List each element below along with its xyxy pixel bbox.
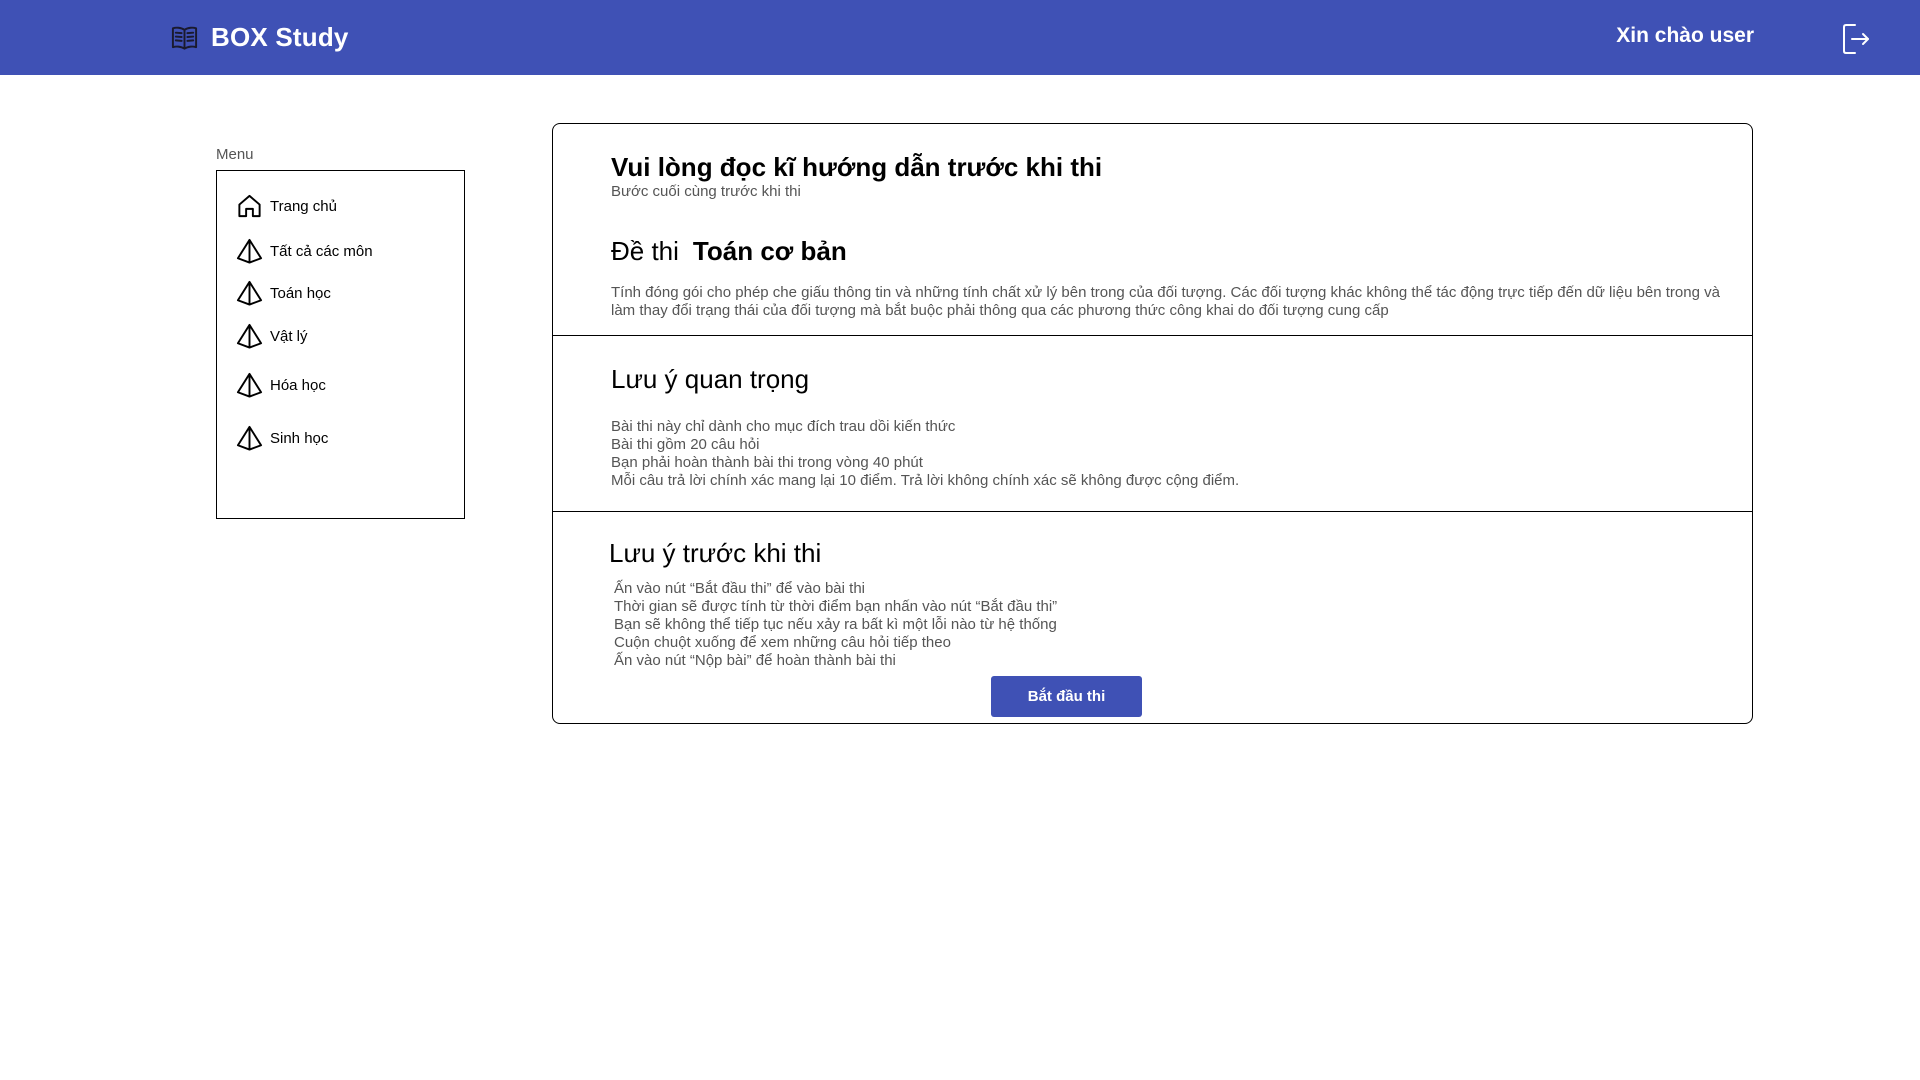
list-item: Thời gian sẽ được tính từ thời điểm bạn …: [614, 598, 1058, 615]
sidebar-item-label: Sinh học: [270, 429, 329, 447]
logout-icon[interactable]: [1841, 22, 1871, 56]
list-item: Bạn phải hoàn thành bài thi trong vòng 4…: [611, 454, 923, 471]
brand-title: BOX Study: [211, 21, 349, 52]
instructions-subtitle: Bước cuối cùng trước khi thi: [611, 183, 801, 200]
sidebar-item-label: Trang chủ: [270, 197, 337, 215]
section-divider: [553, 335, 1752, 336]
pyramid-icon: [236, 280, 263, 306]
start-exam-button[interactable]: Bắt đầu thi: [991, 676, 1142, 717]
pyramid-icon: [236, 425, 263, 451]
list-item: Ấn vào nút “Nộp bài” để hoàn thành bài t…: [614, 652, 896, 669]
top-header: BOX Study Xin chào user: [0, 0, 1920, 75]
home-icon: [238, 194, 261, 218]
menu-label: Menu: [216, 146, 254, 163]
list-item: Bài thi này chỉ dành cho mục đích trau d…: [611, 418, 956, 435]
sidebar-menu: Trang chủ Tất cả các môn Toán học Vật lý…: [216, 170, 465, 519]
sidebar-item-label: Hóa học: [270, 376, 326, 394]
sidebar-item-biology[interactable]: Sinh học: [236, 424, 328, 452]
sidebar-item-math[interactable]: Toán học: [236, 279, 331, 307]
list-item: Ấn vào nút “Bắt đầu thi” để vào bài thi: [614, 580, 865, 597]
exam-heading: Đề thi Toán cơ bản: [611, 236, 847, 267]
before-exam-list: Ấn vào nút “Bắt đầu thi” để vào bài thi …: [614, 580, 1057, 670]
list-item: Cuộn chuột xuống để xem những câu hỏi ti…: [614, 634, 951, 651]
list-item: Bài thi gồm 20 câu hỏi: [611, 436, 760, 453]
before-exam-title: Lưu ý trước khi thi: [609, 538, 822, 568]
list-item: Bạn sẽ không thể tiếp tục nếu xảy ra bất…: [614, 616, 1057, 633]
sidebar-item-label: Tất cả các môn: [270, 242, 373, 260]
instructions-title: Vui lòng đọc kĩ hướng dẫn trước khi thi: [611, 152, 1103, 182]
brand[interactable]: BOX Study: [170, 20, 349, 54]
list-item: Mỗi câu trả lời chính xác mang lại 10 đi…: [611, 472, 1240, 489]
pyramid-icon: [236, 323, 263, 349]
sidebar-item-chemistry[interactable]: Hóa học: [236, 371, 326, 399]
user-greeting: Xin chào user: [1616, 24, 1754, 47]
open-book-icon: [171, 26, 198, 50]
exam-instructions-card: Vui lòng đọc kĩ hướng dẫn trước khi thi …: [552, 123, 1753, 724]
sidebar-item-label: Vật lý: [270, 327, 308, 345]
sidebar-item-home[interactable]: Trang chủ: [236, 192, 337, 220]
sidebar-item-label: Toán học: [270, 284, 331, 302]
sidebar-item-physics[interactable]: Vật lý: [236, 322, 308, 350]
pyramid-icon: [236, 238, 263, 264]
exam-description: Tính đóng gói cho phép che giấu thông ti…: [611, 284, 1720, 319]
sidebar-item-all-subjects[interactable]: Tất cả các môn: [236, 237, 373, 265]
section-divider: [553, 511, 1752, 512]
important-notes-list: Bài thi này chỉ dành cho mục đích trau d…: [611, 418, 1239, 490]
important-notes-title: Lưu ý quan trọng: [611, 364, 810, 394]
pyramid-icon: [236, 372, 263, 398]
exam-label: Đề thi: [611, 236, 679, 266]
exam-name: Toán cơ bản: [692, 236, 847, 266]
